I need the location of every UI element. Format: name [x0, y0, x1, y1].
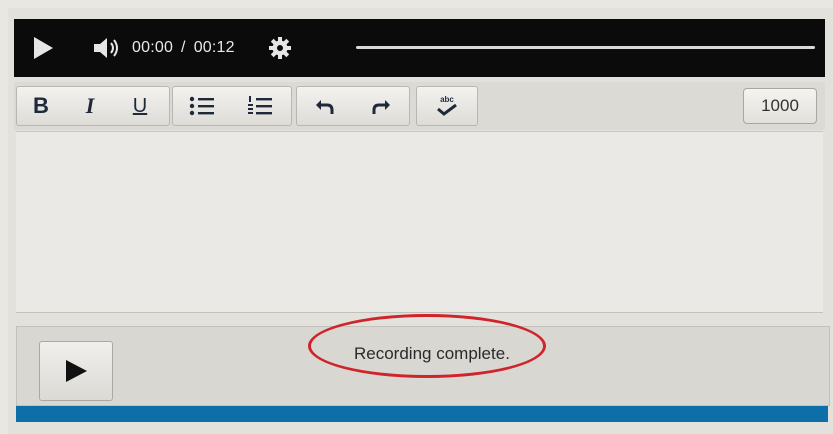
media-player-bar: 00:00 / 00:12	[14, 19, 825, 77]
bold-label: B	[33, 93, 49, 118]
time-separator: /	[181, 39, 186, 56]
numbered-list-icon	[248, 96, 272, 115]
time-display: 00:00 / 00:12	[132, 39, 235, 57]
underline-button[interactable]: U	[115, 87, 165, 125]
editor-toolbar: B I U abc 1000	[14, 82, 825, 130]
redo-button[interactable]	[353, 87, 409, 125]
settings-button[interactable]	[267, 35, 293, 61]
duration: 00:12	[193, 39, 235, 56]
spellcheck-label: abc	[440, 95, 454, 104]
gear-icon	[268, 37, 291, 59]
redo-icon	[372, 100, 390, 114]
list-group	[172, 86, 292, 126]
numbered-list-button[interactable]	[231, 87, 289, 125]
annotation-circle	[308, 314, 546, 378]
spellcheck-button[interactable]: abc	[417, 87, 477, 125]
spellcheck-icon: abc	[436, 96, 458, 116]
format-group: B I U	[16, 86, 170, 126]
response-text-area[interactable]	[16, 131, 823, 313]
word-limit-value: 1000	[761, 96, 799, 115]
bold-button[interactable]: B	[17, 87, 65, 125]
volume-button[interactable]	[92, 33, 126, 63]
playback-button[interactable]	[39, 341, 113, 401]
recording-progress-bar	[16, 406, 828, 422]
bullet-list-button[interactable]	[173, 87, 231, 125]
history-group	[296, 86, 410, 126]
media-play-button[interactable]	[28, 33, 58, 63]
italic-label: I	[85, 93, 95, 118]
seek-bar[interactable]	[356, 46, 815, 49]
spellcheck-group: abc	[416, 86, 478, 126]
undo-icon	[316, 100, 334, 114]
undo-button[interactable]	[297, 87, 353, 125]
italic-button[interactable]: I	[65, 87, 115, 125]
speaker-icon	[94, 38, 118, 58]
word-limit-counter: 1000	[743, 88, 817, 124]
underline-label: U	[132, 94, 148, 117]
play-icon	[66, 360, 87, 382]
current-time: 00:00	[132, 39, 174, 56]
bullet-list-icon	[189, 96, 214, 116]
play-icon	[34, 37, 53, 59]
